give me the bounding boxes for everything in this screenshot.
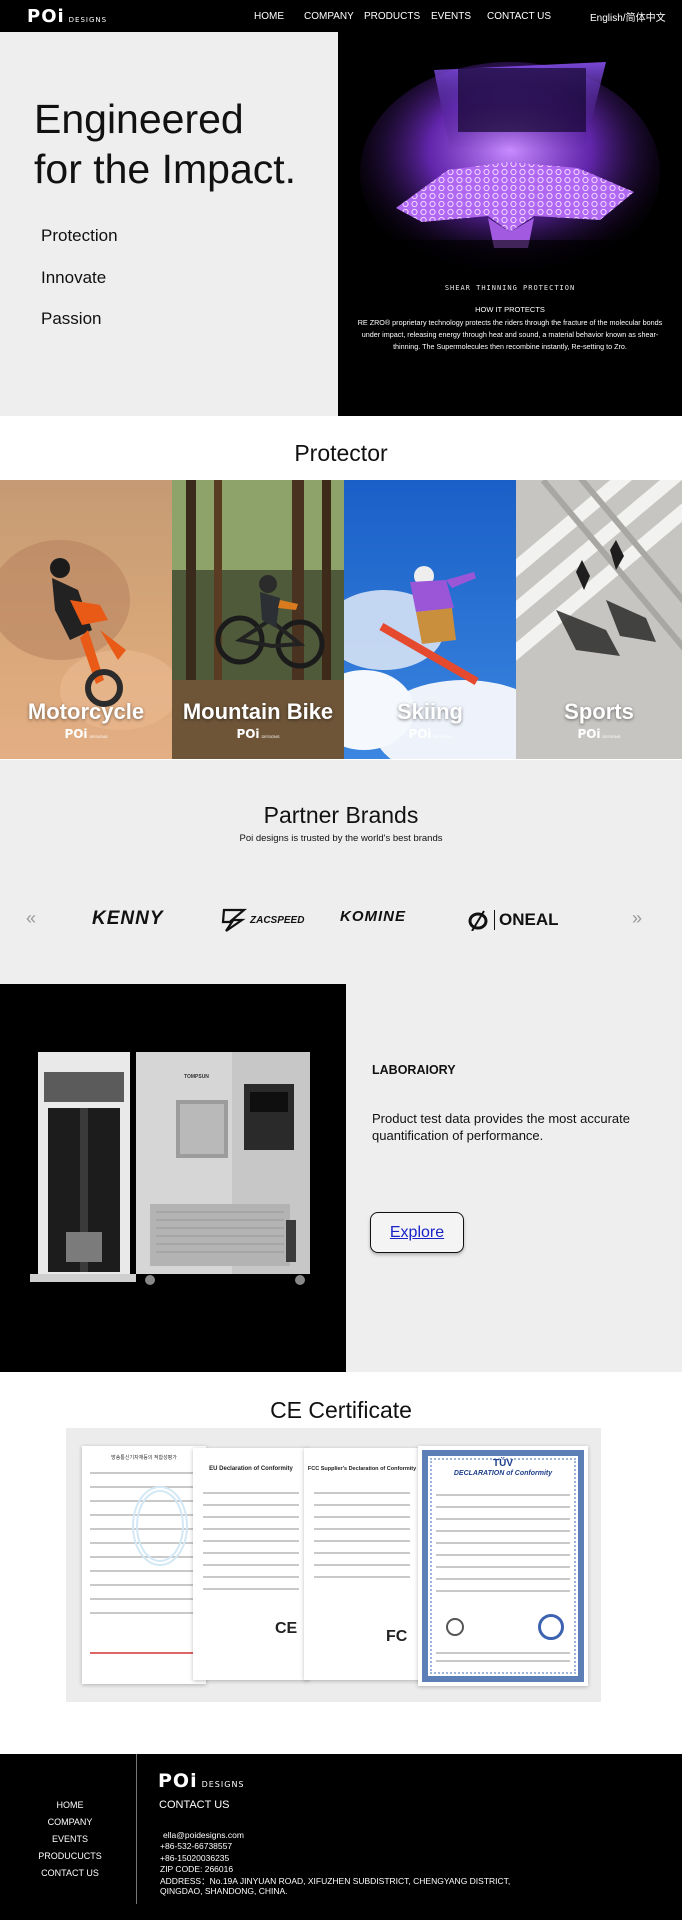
category-logo: POi DESIGNS	[236, 727, 280, 741]
hero-item-protection: Protection	[41, 226, 118, 245]
top-nav-bar: POi DESIGNS HOME COMPANY PRODUCTS EVENTS…	[0, 0, 682, 32]
hero-panel: Engineered for the Impact. Protection In…	[0, 32, 338, 416]
footer-contact-title: CONTACT US	[159, 1799, 230, 1811]
brand-komine-logo[interactable]: KOMINE	[340, 908, 406, 932]
fcc-mark-icon: FC	[386, 1628, 408, 1645]
tuv-seal-icon	[538, 1614, 564, 1640]
footer: HOME COMPANY EVENTS PRODUCUCTS CONTACT U…	[0, 1754, 682, 1920]
image-text-2: under impact, releasing energy through h…	[361, 330, 659, 339]
laboratory-text-line-1: Product test data provides the most accu…	[372, 1111, 630, 1126]
footer-link-company[interactable]: COMPANY	[0, 1817, 140, 1827]
hero-title-line-2: for the Impact.	[34, 146, 297, 192]
footer-link-contact-us[interactable]: CONTACT US	[0, 1868, 140, 1878]
oneal-emblem-icon	[468, 910, 488, 931]
certificate-title: CE Certificate	[270, 1397, 412, 1423]
footer-link-home[interactable]: HOME	[0, 1800, 140, 1810]
partners-title: Partner Brands	[263, 802, 419, 828]
nav-contact-us[interactable]: CONTACT US	[487, 11, 551, 22]
hero-image: SHEAR THINNING PROTECTION HOW IT PROTECT…	[338, 32, 682, 416]
category-label: Sports	[564, 699, 634, 724]
category-label: Motorcycle	[27, 699, 145, 724]
nav-home[interactable]: HOME	[254, 11, 284, 22]
brand-kenny-logo[interactable]: KENNY	[92, 908, 164, 932]
hero-title-line-1: Engineered	[34, 96, 244, 142]
image-caption: SHEAR THINNING PROTECTION	[444, 284, 576, 292]
image-heading: HOW IT PROTECTS	[475, 305, 545, 314]
certificate-tuv[interactable]: TÜV DECLARATION of Conformity	[418, 1446, 588, 1686]
laboratory-panel: LABORAIORY Product test data provides th…	[346, 984, 682, 1372]
footer-link-products[interactable]: PRODUCUCTS	[0, 1851, 140, 1861]
nav-company[interactable]: COMPANY	[304, 11, 354, 22]
certification-seal-icon	[446, 1618, 464, 1636]
nav-events[interactable]: EVENTS	[431, 11, 471, 22]
brand-oneal-logo[interactable]: ONEAL	[466, 908, 559, 932]
certificate-gallery: 방송통신기자재등의 적합성평가 EU Declaration of Confor…	[66, 1428, 601, 1702]
logo-subtext: DESIGNS	[68, 16, 108, 24]
footer-zip: ZIP CODE: 266016	[160, 1864, 234, 1874]
category-mountain-bike[interactable]: Mountain Bike POi DESIGNS	[172, 480, 344, 759]
carousel-prev-button[interactable]: «	[26, 908, 36, 929]
category-motorcycle[interactable]: Motorcycle POi DESIGNS	[0, 480, 172, 759]
laboratory-image: TOMPSUN	[0, 984, 346, 1372]
certificate-fcc[interactable]: FCC Supplier's Declaration of Conformity…	[304, 1448, 420, 1680]
image-text-1: RE ZRO® proprietary technology protects …	[357, 318, 663, 327]
carousel-next-button[interactable]: »	[632, 908, 642, 929]
category-logo: POi DESIGNS	[577, 727, 621, 741]
tuv-logo: TÜV	[493, 1458, 513, 1469]
footer-address-line-2: QINGDAO, SHANDONG, CHINA.	[160, 1886, 288, 1896]
category-logo: POi DESIGNS	[64, 727, 108, 741]
test-chamber-photo	[0, 984, 346, 1372]
hero-item-passion: Passion	[41, 309, 102, 328]
footer-phone-1: +86-532-66738557	[160, 1841, 233, 1851]
brand-zacspeed-logo[interactable]: ZACSPEED	[220, 908, 304, 932]
logo[interactable]: POi DESIGNS	[27, 6, 107, 27]
footer-link-events[interactable]: EVENTS	[0, 1834, 140, 1844]
footer-phone-2: +86-15020036235	[160, 1853, 230, 1863]
partner-brands-section: Partner Brands Poi designs is trusted by…	[0, 760, 682, 984]
nav-products[interactable]: PRODUCTS	[364, 11, 420, 22]
shear-thinning-illustration	[338, 32, 682, 416]
protector-title: Protector	[294, 440, 388, 466]
category-logo: POi DESIGNS	[408, 727, 452, 741]
explore-button[interactable]: Explore	[370, 1212, 464, 1253]
category-label: Mountain Bike	[182, 699, 334, 724]
certificate-korea[interactable]: 방송통신기자재등의 적합성평가	[82, 1446, 206, 1684]
laboratory-heading: LABORAIORY	[372, 1063, 456, 1077]
partners-subtitle: Poi designs is trusted by the world's be…	[239, 833, 443, 844]
category-skiing[interactable]: Skiing POi DESIGNS	[344, 480, 516, 759]
hero-item-innovate: Innovate	[41, 268, 107, 287]
laboratory-text-line-2: quantification of performance.	[372, 1128, 544, 1143]
machine-label: TOMPSUN	[184, 1074, 209, 1080]
certificate-eu[interactable]: EU Declaration of Conformity CE	[193, 1448, 309, 1680]
category-label: Skiing	[396, 699, 463, 724]
footer-divider	[136, 1754, 137, 1904]
footer-logo[interactable]: POi DESIGNS	[158, 1770, 245, 1792]
language-switch[interactable]: English/简体中文	[590, 9, 666, 24]
logo-text: POi	[27, 6, 65, 27]
zacspeed-emblem-icon	[221, 908, 248, 932]
image-text-3: thinning. The Supermolecules then recomb…	[393, 342, 627, 351]
explore-button-label: Explore	[389, 1223, 445, 1241]
ce-mark-icon: CE	[275, 1620, 298, 1637]
footer-email[interactable]: ella@poidesigns.com	[163, 1830, 244, 1840]
category-sports[interactable]: Sports POi DESIGNS	[516, 480, 682, 759]
